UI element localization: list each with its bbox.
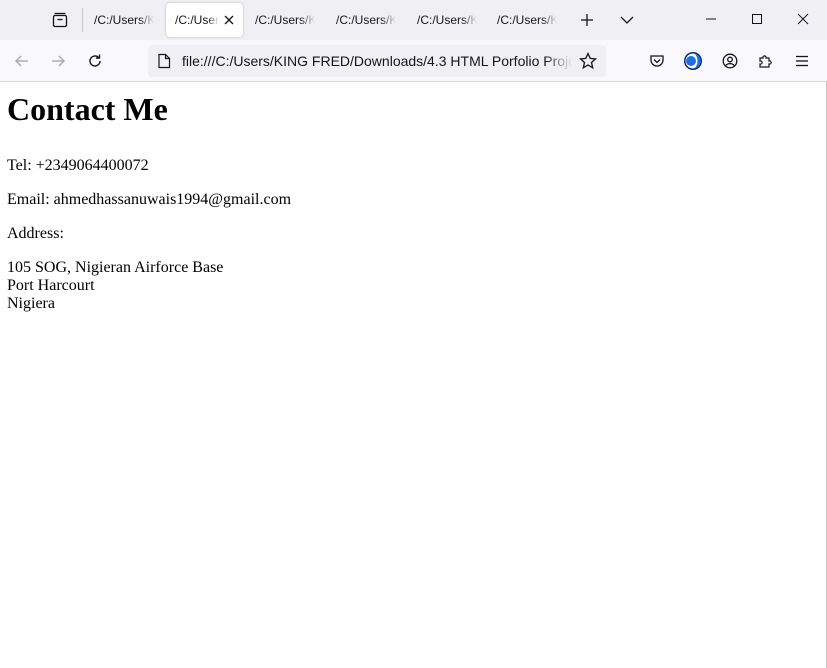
plus-icon[interactable] [571, 4, 603, 36]
maximize-icon[interactable] [734, 0, 780, 38]
close-icon[interactable] [221, 12, 237, 28]
tab-6[interactable]: /C:/Users/KING FRED/Downloads/4.3 HTML P… [488, 3, 564, 37]
chevron-down-icon[interactable] [611, 4, 643, 36]
minimize-icon[interactable] [688, 0, 734, 38]
reload-icon[interactable] [79, 45, 111, 77]
tab-label: /C:/Users/KING FRED/Downloads/4.3 HTML P… [417, 13, 477, 27]
page-icon [156, 53, 172, 69]
tab-strip: /C:/Users/KING FRED/Downloads/4.3 HTML P… [0, 0, 827, 40]
url-text[interactable]: file:///C:/Users/KING FRED/Downloads/4.3… [182, 45, 572, 77]
page-content: Contact Me Tel: +2349064400072 Email: ah… [0, 83, 827, 668]
tab-4[interactable]: /C:/Users/KING FRED/Downloads/4.3 HTML P… [327, 3, 403, 37]
address-line-3: Nigiera [7, 295, 55, 312]
close-icon[interactable] [780, 0, 826, 38]
email-text: Email: ahmedhassanuwais1994@gmail.com [7, 191, 292, 208]
address-line-2: Port Harcourt [7, 277, 95, 294]
pocket-icon[interactable] [641, 45, 673, 77]
telephone-text: Tel: +2349064400072 [7, 157, 149, 174]
tab-3[interactable]: /C:/Users/KING FRED/Downloads/4.3 HTML P… [246, 3, 322, 37]
puzzle-icon[interactable] [750, 45, 782, 77]
firefox-view-icon[interactable] [44, 4, 76, 36]
tab-1[interactable]: /C:/Users/KING FRED/Downloads/4.3 HTML P… [85, 3, 161, 37]
address-label: Address: [7, 225, 64, 242]
tab-label: /C:/Users/KING FRED/Downloads/4.3 HTML P… [94, 13, 154, 27]
star-icon[interactable] [576, 49, 600, 73]
account-icon[interactable] [714, 45, 746, 77]
page-title: Contact Me [7, 91, 168, 127]
tab-label: /C:/Users/KING FRED/Downloads/4.3 HTML P… [175, 13, 219, 27]
hamburger-menu-icon[interactable] [786, 45, 818, 77]
tab-5[interactable]: /C:/Users/KING FRED/Downloads/4.3 HTML P… [408, 3, 484, 37]
arrow-left-icon[interactable] [6, 45, 38, 77]
address-line-1: 105 SOG, Nigieran Airforce Base [7, 259, 224, 276]
tab-label: /C:/Users/KING FRED/Downloads/4.3 HTML P… [336, 13, 396, 27]
tab-label: /C:/Users/KING FRED/Downloads/4.3 HTML P… [255, 13, 315, 27]
dark-reader-icon[interactable] [677, 45, 709, 77]
address-block: 105 SOG, Nigieran Airforce Base Port Har… [7, 259, 820, 313]
tab-divider [82, 8, 83, 32]
navigation-toolbar: file:///C:/Users/KING FRED/Downloads/4.3… [0, 40, 827, 82]
arrow-right-icon[interactable] [42, 45, 74, 77]
url-bar[interactable]: file:///C:/Users/KING FRED/Downloads/4.3… [148, 45, 606, 77]
tab-2-active[interactable]: /C:/Users/KING FRED/Downloads/4.3 HTML P… [166, 3, 243, 37]
tab-label: /C:/Users/KING FRED/Downloads/4.3 HTML P… [497, 13, 557, 27]
